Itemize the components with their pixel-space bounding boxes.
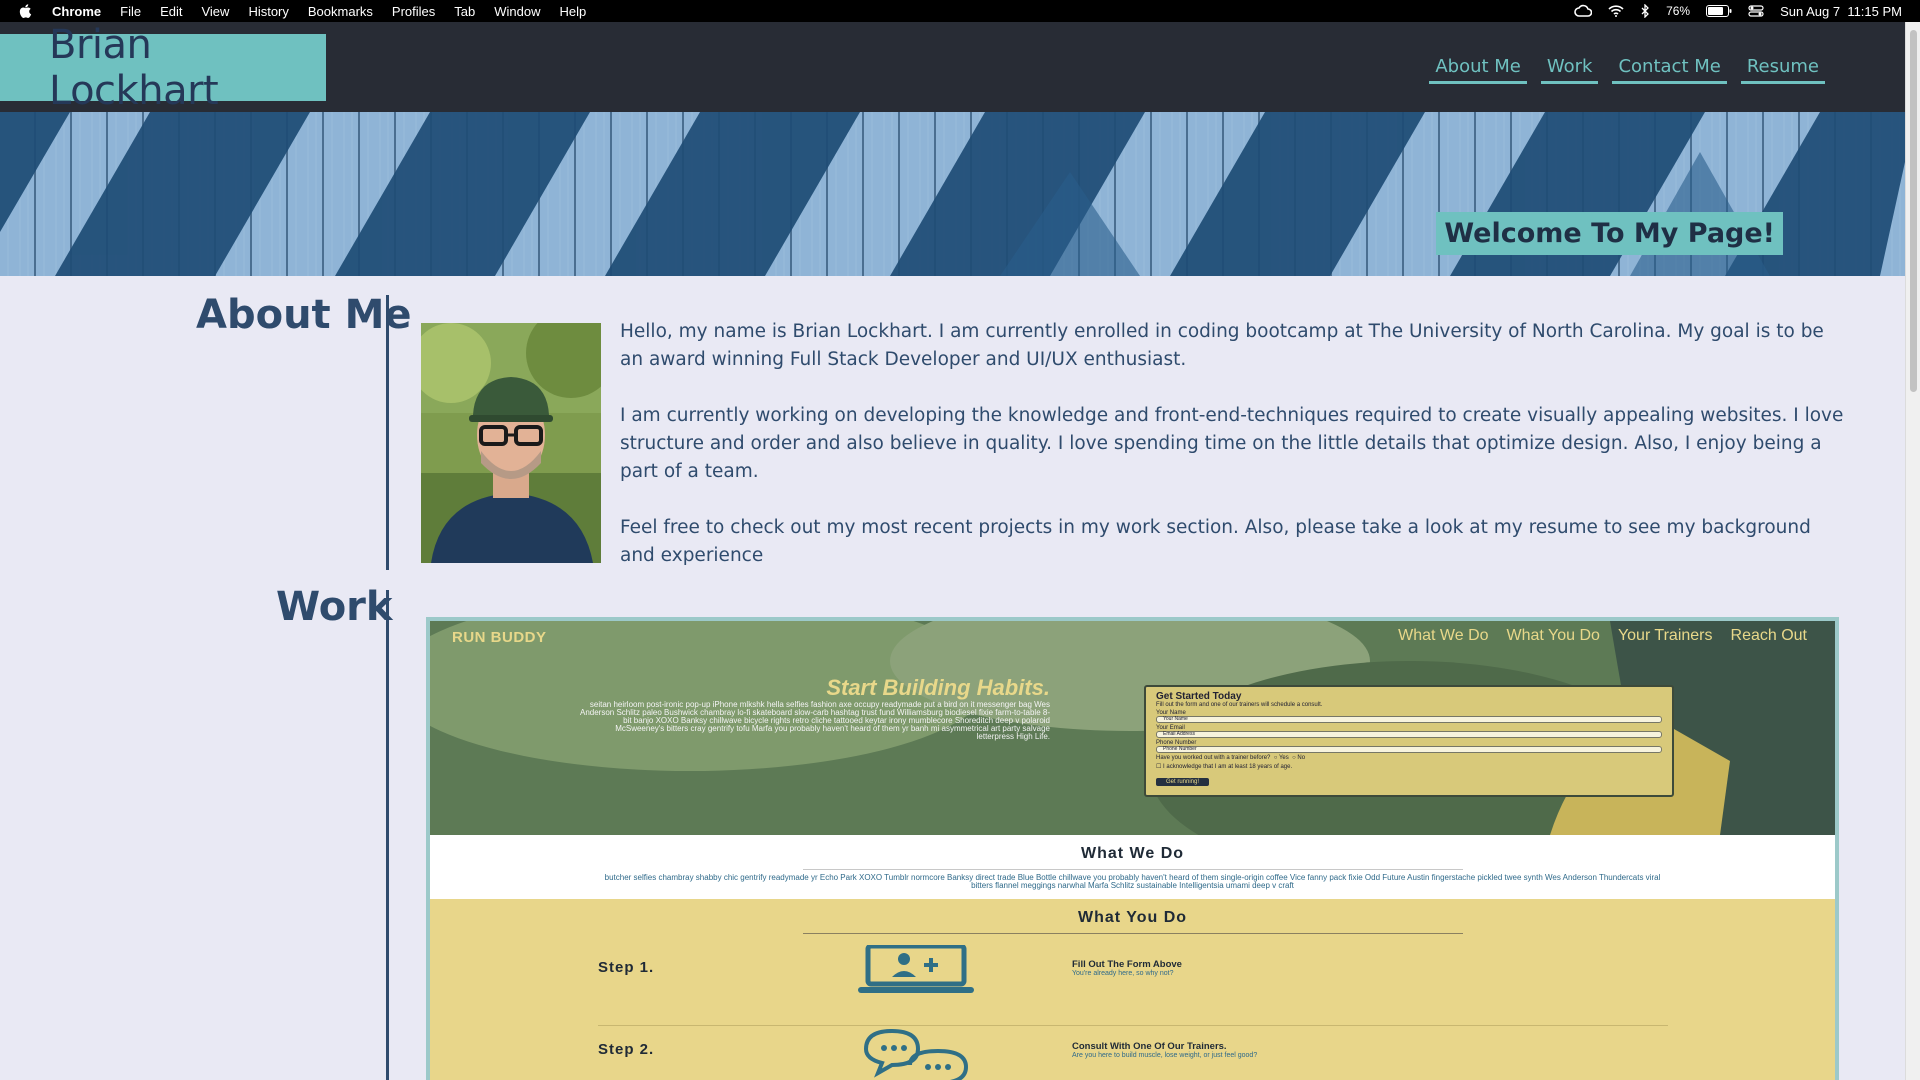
- rb-divider: [802, 869, 1463, 870]
- macos-menu-bar: Chrome File Edit View History Bookmarks …: [0, 0, 1920, 22]
- rb-form-question-text: Have you worked out with a trainer befor…: [1156, 755, 1271, 761]
- work-divider: [386, 590, 389, 1080]
- run-buddy-nav: What We Do What You Do Your Trainers Rea…: [1398, 627, 1807, 645]
- run-buddy-what-we-do: What We Do butcher selfies chambray shab…: [430, 835, 1835, 899]
- rb-wyd-title: What You Do: [1077, 909, 1188, 926]
- rb-step-divider: [598, 1025, 1668, 1026]
- rb-form-subtitle: Fill out the form and one of our trainer…: [1156, 702, 1323, 708]
- menu-app-name[interactable]: Chrome: [52, 4, 101, 19]
- hero-banner: Welcome To My Page!: [0, 112, 1905, 276]
- rb-step-subtitle: Are you here to build muscle, lose weigh…: [1072, 1052, 1258, 1059]
- about-paragraph: Hello, my name is Brian Lockhart. I am c…: [620, 321, 1824, 370]
- rb-form-question: Have you worked out with a trainer befor…: [1156, 755, 1306, 761]
- profile-photo: [421, 323, 601, 563]
- about-paragraph: I am currently working on developing the…: [620, 405, 1844, 482]
- nav-work[interactable]: Work: [1540, 56, 1599, 84]
- menu-file[interactable]: File: [120, 4, 141, 19]
- nav-about-me[interactable]: About Me: [1429, 56, 1527, 84]
- bluetooth-icon[interactable]: [1640, 4, 1650, 18]
- rb-form-input: Phone Number: [1156, 746, 1662, 753]
- form-computer-icon: [858, 945, 974, 993]
- site-brand[interactable]: Brian Lockhart: [0, 22, 326, 114]
- main-nav: About Me Work Contact Me Resume: [1429, 56, 1825, 84]
- run-buddy-headline: Start Building Habits.: [826, 675, 1050, 700]
- project-run-buddy-screenshot[interactable]: RUN BUDDY What We Do What You Do Your Tr…: [426, 617, 1839, 1080]
- menubar-datetime[interactable]: Sun Aug 7 11:15 PM: [1780, 4, 1902, 19]
- page-scrollbar[interactable]: [1905, 22, 1920, 1080]
- rb-nav-item: What We Do: [1398, 627, 1489, 644]
- chat-bubbles-icon: [863, 1028, 969, 1080]
- rb-wwd-title: What We Do: [1080, 845, 1185, 862]
- rb-nav-item: Reach Out: [1730, 627, 1807, 644]
- welcome-banner: Welcome To My Page!: [1436, 212, 1783, 255]
- wifi-icon[interactable]: [1608, 5, 1624, 17]
- rb-divider: [802, 933, 1463, 934]
- rb-form-title: Get Started Today: [1156, 691, 1242, 702]
- menu-view[interactable]: View: [201, 4, 229, 19]
- menu-tab[interactable]: Tab: [454, 4, 475, 19]
- nav-contact-me[interactable]: Contact Me: [1612, 56, 1727, 84]
- about-divider: [386, 295, 389, 570]
- run-buddy-hero-text: seitan heirloom post-ironic pop-up iPhon…: [580, 700, 1050, 741]
- site-header: Brian Lockhart About Me Work Contact Me …: [0, 22, 1905, 114]
- menubar-status-area: 76% Sun Aug 7 11:15 PM: [1574, 0, 1902, 22]
- rb-step-title: Fill Out The Form Above: [1072, 959, 1182, 970]
- rb-form-input: Email Address: [1156, 731, 1662, 738]
- page-viewport: Brian Lockhart About Me Work Contact Me …: [0, 22, 1905, 1080]
- rb-form-yes: Yes: [1278, 755, 1289, 761]
- run-buddy-form: Get Started Today Fill out the form and …: [1144, 685, 1674, 797]
- run-buddy-what-you-do: What You Do Step 1. Fill Out The Form Ab…: [430, 899, 1835, 1080]
- rb-step-title: Consult With One Of Our Trainers.: [1072, 1041, 1227, 1052]
- rb-form-ack-text: I acknowledge that I am at least 18 year…: [1163, 764, 1293, 770]
- control-center-icon[interactable]: [1748, 5, 1764, 17]
- rb-step-label: Step 1.: [598, 959, 655, 976]
- menu-help[interactable]: Help: [560, 4, 587, 19]
- menu-profiles[interactable]: Profiles: [392, 4, 435, 19]
- apple-icon[interactable]: [18, 3, 34, 19]
- run-buddy-logo: RUN BUDDY: [452, 629, 547, 646]
- rb-form-ack: ☐ I acknowledge that I am at least 18 ye…: [1156, 764, 1293, 770]
- rb-form-no: No: [1297, 755, 1306, 761]
- run-buddy-hero: RUN BUDDY What We Do What You Do Your Tr…: [430, 621, 1835, 835]
- about-title: About Me: [196, 292, 412, 338]
- menu-bookmarks[interactable]: Bookmarks: [308, 4, 373, 19]
- about-text: Hello, my name is Brian Lockhart. I am c…: [620, 318, 1845, 598]
- rb-nav-item: What You Do: [1506, 627, 1600, 644]
- rb-form-button: Get running!: [1156, 778, 1210, 786]
- rb-wwd-text: butcher selfies chambray shabby chic gen…: [604, 873, 1661, 890]
- menu-edit[interactable]: Edit: [160, 4, 182, 19]
- creative-cloud-icon[interactable]: [1574, 4, 1593, 18]
- menu-history[interactable]: History: [248, 4, 288, 19]
- rb-nav-item: Your Trainers: [1617, 627, 1713, 644]
- battery-percent: 76%: [1666, 4, 1691, 18]
- rb-step-subtitle: You're already here, so why not?: [1072, 970, 1174, 977]
- about-paragraph: Feel free to check out my most recent pr…: [620, 517, 1811, 566]
- rb-form-input: Your Name: [1156, 716, 1662, 723]
- work-title: Work: [276, 584, 393, 630]
- rb-step-label: Step 2.: [598, 1041, 655, 1058]
- menu-window[interactable]: Window: [494, 4, 540, 19]
- battery-icon[interactable]: [1706, 5, 1732, 17]
- scrollbar-thumb[interactable]: [1910, 30, 1917, 392]
- nav-resume[interactable]: Resume: [1740, 56, 1825, 84]
